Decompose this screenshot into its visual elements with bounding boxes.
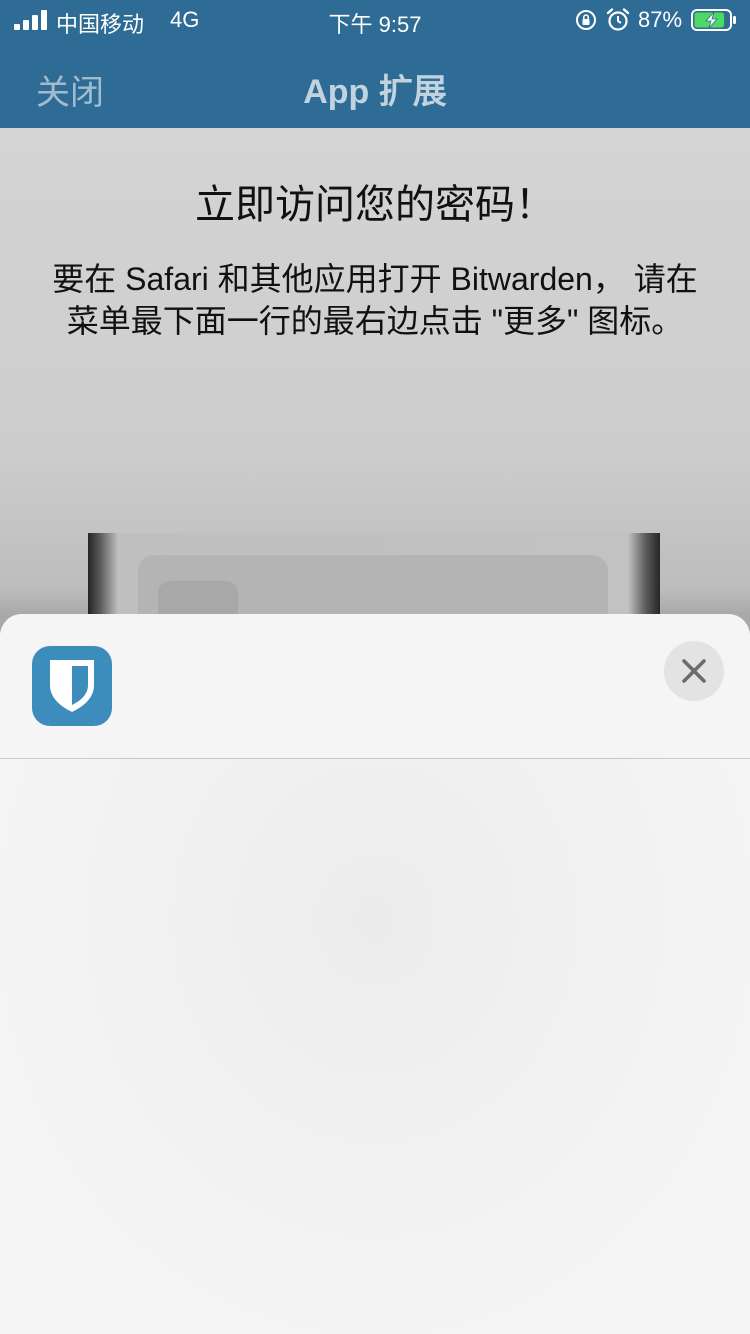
app-header: 中国移动 4G 下午 9:57 87% 关闭 App 扩展 [0, 0, 750, 128]
share-sheet-header [0, 614, 750, 759]
instructions-text: 要在 Safari 和其他应用打开 Bitwarden， 请在菜单最下面一行的最… [52, 261, 698, 339]
share-sheet-body [0, 759, 750, 1334]
share-sheet [0, 614, 750, 1334]
headline: 立即访问您的密码！ [195, 183, 555, 227]
close-icon[interactable] [664, 641, 724, 701]
orientation-lock-icon [576, 10, 596, 30]
page-title: App 扩展 [303, 73, 447, 111]
battery-percent: 87% [638, 7, 683, 32]
navigation-bar: 关闭 App 扩展 [0, 50, 750, 120]
status-bar: 中国移动 4G 下午 9:57 87% [0, 0, 750, 40]
battery-charging-icon [691, 9, 736, 31]
alarm-icon [606, 8, 630, 31]
bitwarden-shield-icon [32, 646, 112, 726]
